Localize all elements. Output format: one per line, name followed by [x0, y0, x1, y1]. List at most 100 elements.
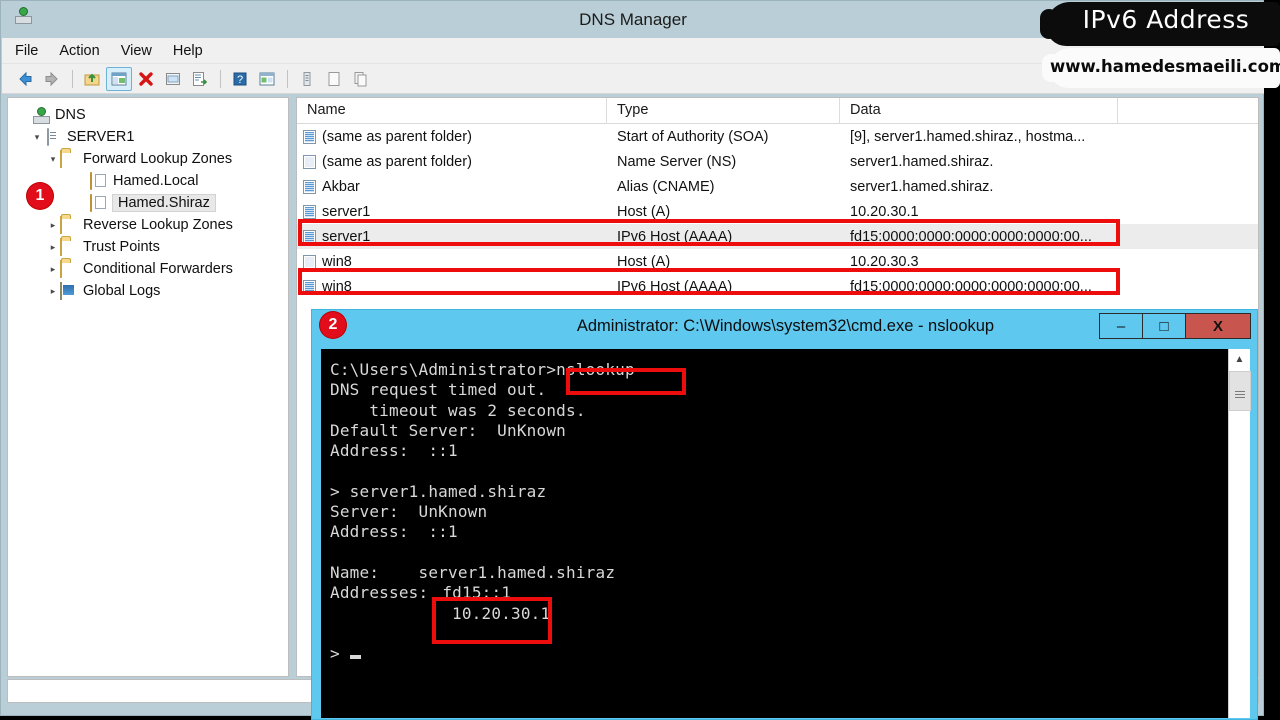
help-icon[interactable]: ? [227, 67, 253, 91]
cmd-window-controls: – □ X [1099, 313, 1251, 339]
table-row[interactable]: win8 Host (A) 10.20.30.3 [297, 249, 1258, 274]
scroll-up-icon[interactable]: ▲ [1229, 349, 1250, 369]
table-row[interactable]: (same as parent folder) Start of Authori… [297, 124, 1258, 149]
marker-badge-2: 2 [320, 312, 346, 338]
record-name-text: Akbar [322, 178, 360, 195]
record-name-cell: server1 [297, 204, 607, 220]
column-header-data[interactable]: Data [840, 98, 1118, 124]
record-multi-icon [303, 279, 316, 294]
cmd-cursor [349, 655, 361, 660]
up-folder-icon[interactable] [79, 67, 105, 91]
cmd-titlebar[interactable]: Administrator: C:\Windows\system32\cmd.e… [312, 310, 1257, 342]
tree-twisty-collapsed-icon[interactable]: ▸ [46, 264, 60, 275]
record-data-cell: server1.hamed.shiraz. [850, 153, 994, 170]
record-multi-icon [303, 204, 316, 219]
server-icon [44, 128, 62, 146]
table-row[interactable]: server1 IPv6 Host (AAAA) fd15:0000:0000:… [297, 224, 1258, 249]
tree-twisty-collapsed-icon[interactable]: ▸ [46, 286, 60, 297]
menu-item-view[interactable]: View [121, 41, 162, 61]
table-row[interactable]: server1 Host (A) 10.20.30.1 [297, 199, 1258, 224]
tree-node-label: Reverse Lookup Zones [83, 217, 233, 233]
record-name-cell: Akbar [297, 179, 607, 195]
tree-twisty-expanded-icon[interactable]: ▾ [46, 154, 60, 165]
delete-icon[interactable] [133, 67, 159, 91]
tree-twisty-collapsed-icon[interactable]: ▸ [46, 220, 60, 231]
record-name-cell: (same as parent folder) [297, 129, 607, 145]
record-data-cell: fd15:0000:0000:0000:0000:0000:00... [850, 228, 1092, 245]
column-header-name[interactable]: Name [297, 98, 607, 124]
record-data-cell: 10.20.30.1 [850, 203, 919, 220]
tree-node-server1[interactable]: ▾ SERVER1 [16, 126, 288, 148]
record-data-cell: server1.hamed.shiraz. [850, 178, 994, 195]
forward-icon[interactable] [39, 67, 65, 91]
record-name-cell: win8 [297, 279, 607, 295]
cmd-final-prompt: > [330, 644, 340, 664]
menu-item-help[interactable]: Help [173, 41, 213, 61]
console-tree-pane[interactable]: DNS ▾ SERVER1 ▾ Forward Lookup Zones Ham… [7, 97, 289, 677]
toolbar-separator [287, 69, 288, 88]
new-server-icon[interactable] [294, 67, 320, 91]
tree-node-reverse-lookup-zones[interactable]: ▸ Reverse Lookup Zones [16, 214, 288, 236]
toolbar-separator [220, 69, 221, 88]
record-type-cell: Start of Authority (SOA) [617, 128, 769, 145]
marker-badge-label: 2 [328, 316, 338, 333]
cmd-scrollbar[interactable]: ▲ [1228, 349, 1251, 718]
export-list-icon[interactable] [187, 67, 213, 91]
scrollbar-thumb[interactable] [1229, 371, 1251, 411]
tree-node-label: SERVER1 [67, 129, 135, 145]
folder-icon [60, 238, 78, 256]
show-hide-action-pane-icon[interactable] [254, 67, 280, 91]
record-multi-icon [303, 229, 316, 244]
tree-node-conditional-forwarders[interactable]: ▸ Conditional Forwarders [16, 258, 288, 280]
record-multi-icon [303, 179, 316, 194]
tree-node-hamed-local[interactable]: Hamed.Local [16, 170, 288, 192]
record-plain-icon [303, 254, 316, 269]
properties-icon[interactable] [160, 67, 186, 91]
tree-node-trust-points[interactable]: ▸ Trust Points [16, 236, 288, 258]
record-type-cell: IPv6 Host (AAAA) [617, 278, 733, 295]
table-row[interactable]: Akbar Alias (CNAME) server1.hamed.shiraz… [297, 174, 1258, 199]
marker-badge-1: 1 [27, 183, 53, 209]
copy-icon[interactable] [348, 67, 374, 91]
maximize-button[interactable]: □ [1142, 313, 1186, 339]
show-hide-console-tree-icon[interactable] [106, 66, 132, 91]
close-button[interactable]: X [1185, 313, 1251, 339]
record-name-text: server1 [322, 228, 371, 245]
cmd-answer-address-1: fd15::1 [442, 583, 512, 603]
tree-node-label: Conditional Forwarders [83, 261, 233, 277]
table-row[interactable]: win8 IPv6 Host (AAAA) fd15:0000:0000:000… [297, 274, 1258, 299]
tree-node-hamed-shiraz[interactable]: Hamed.Shiraz [16, 192, 288, 214]
cmd-window: Administrator: C:\Windows\system32\cmd.e… [311, 309, 1258, 720]
cmd-console-body[interactable]: C:\Users\Administrator>nslookup DNS requ… [321, 349, 1251, 718]
tree-node-dns[interactable]: DNS [16, 104, 288, 126]
tree-twisty-expanded-icon[interactable]: ▾ [30, 132, 44, 143]
menu-item-file[interactable]: File [15, 41, 48, 61]
zone-icon [90, 172, 108, 190]
tree-node-global-logs[interactable]: ▸ Global Logs [16, 280, 288, 302]
back-icon[interactable] [12, 67, 38, 91]
toolbar-separator [72, 69, 73, 88]
record-data-cell: 10.20.30.3 [850, 253, 919, 270]
minimize-button[interactable]: – [1099, 313, 1143, 339]
new-zone-icon[interactable] [321, 67, 347, 91]
tree-node-label: Hamed.Shiraz [112, 194, 216, 212]
watermark-heading: IPv6 Address [1082, 5, 1250, 34]
tree-node-label: Forward Lookup Zones [83, 151, 233, 167]
menu-item-action[interactable]: Action [59, 41, 109, 61]
record-type-cell: IPv6 Host (AAAA) [617, 228, 733, 245]
folder-icon [60, 150, 78, 168]
global-logs-icon [60, 282, 78, 300]
tree-node-label: Global Logs [83, 283, 161, 299]
tree-twisty-collapsed-icon[interactable]: ▸ [46, 242, 60, 253]
cmd-console-text: C:\Users\Administrator>nslookup DNS requ… [321, 349, 1228, 718]
dns-root-icon [32, 107, 50, 123]
table-row[interactable]: (same as parent folder) Name Server (NS)… [297, 149, 1258, 174]
record-type-cell: Alias (CNAME) [617, 178, 715, 195]
column-header-type[interactable]: Type [607, 98, 840, 124]
tree-node-forward-lookup-zones[interactable]: ▾ Forward Lookup Zones [16, 148, 288, 170]
record-name-text: server1 [322, 203, 371, 220]
folder-icon [60, 260, 78, 278]
record-type-cell: Host (A) [617, 203, 671, 220]
record-type-cell: Host (A) [617, 253, 671, 270]
records-column-header: Name Type Data [297, 98, 1258, 124]
